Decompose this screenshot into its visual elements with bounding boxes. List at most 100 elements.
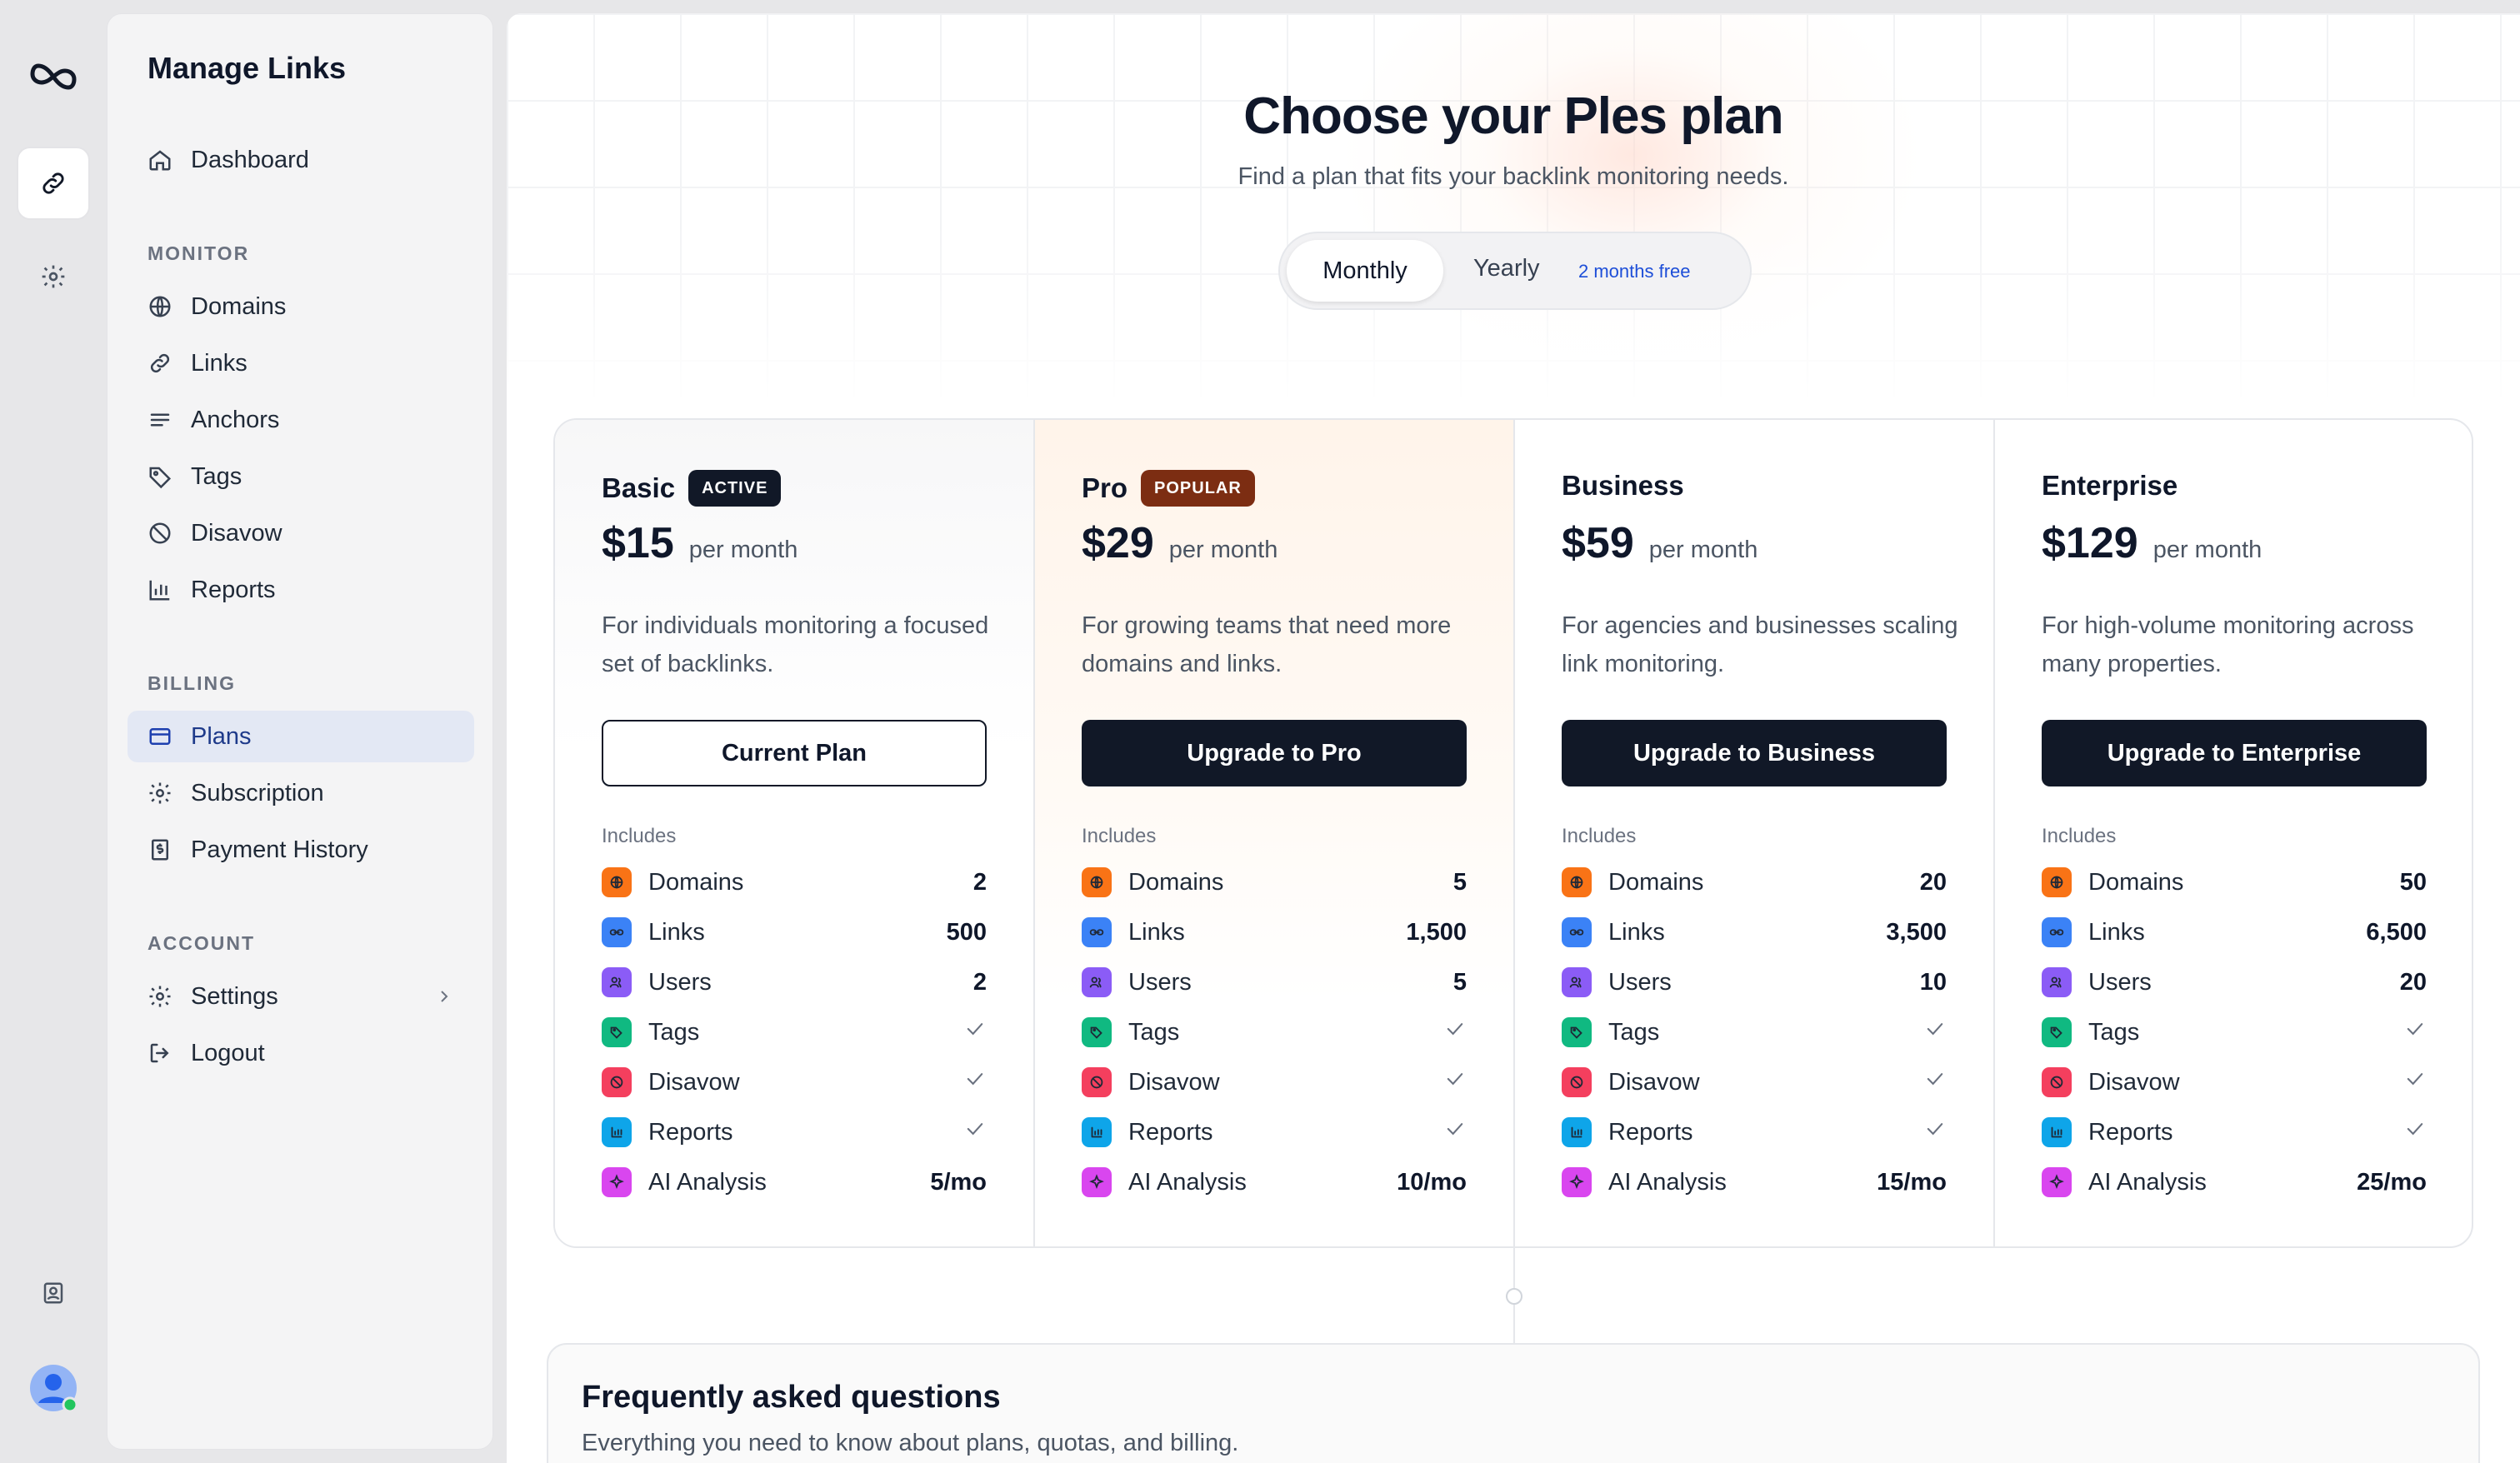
price-amount: $129: [2042, 519, 2138, 567]
contacts-icon[interactable]: [17, 1256, 90, 1330]
links-nav-icon[interactable]: [17, 147, 90, 220]
sidebar-item-logout[interactable]: Logout: [128, 1027, 474, 1079]
check-icon: ✓: [963, 1117, 987, 1147]
feature-label: AI Analysis: [2088, 1168, 2207, 1196]
upgrade-enterprise-button[interactable]: Upgrade to Enterprise: [2042, 720, 2427, 786]
feature-label: Tags: [1128, 1018, 1180, 1046]
feature-row-ai-analysis: AI Analysis 5/mo: [602, 1161, 987, 1203]
feature-label: Reports: [1128, 1118, 1213, 1146]
ai-analysis-feature-icon: [602, 1167, 632, 1197]
feature-value: 20: [1919, 868, 1947, 896]
sidebar-item-subscription[interactable]: Subscription: [128, 767, 474, 819]
check-icon: ✓: [1443, 1067, 1467, 1097]
logout-icon: [146, 1039, 174, 1067]
domains-feature-icon: [1562, 867, 1592, 897]
price-period: per month: [688, 537, 798, 563]
plan-description: For individuals monitoring a focused set…: [602, 612, 989, 677]
sidebar-item-anchors[interactable]: Anchors: [128, 394, 474, 446]
sidebar-item-label: Settings: [191, 982, 278, 1010]
link-icon: [146, 349, 174, 377]
includes-label: Includes: [1082, 825, 1157, 847]
reports-feature-icon: [1562, 1117, 1592, 1147]
upgrade-pro-button[interactable]: Upgrade to Pro: [1082, 720, 1467, 786]
monthly-toggle-button[interactable]: Monthly: [1287, 240, 1443, 302]
feature-label: Tags: [648, 1018, 700, 1046]
sidebar-item-disavow[interactable]: Disavow: [128, 507, 474, 559]
feature-row-links: Links 6,500: [2042, 911, 2427, 953]
check-icon: ✓: [963, 1017, 987, 1047]
sidebar-item-domains[interactable]: Domains: [128, 281, 474, 332]
sidebar-item-label: Tags: [191, 462, 242, 490]
yearly-toggle-button[interactable]: Yearly: [1473, 255, 1540, 282]
price-period: per month: [1648, 537, 1758, 563]
sidebar-item-tags[interactable]: Tags: [128, 451, 474, 502]
current-plan-button[interactable]: Current Plan: [602, 720, 987, 786]
sidebar-item-label: Dashboard: [191, 146, 309, 173]
feature-label: AI Analysis: [648, 1168, 767, 1196]
includes-label: Includes: [1562, 825, 1637, 847]
globe-icon: [146, 292, 174, 321]
feature-row-disavow: Disavow ✓: [1562, 1061, 1947, 1103]
feature-row-domains: Domains 2: [602, 861, 987, 903]
feature-label: Users: [1608, 968, 1672, 996]
faq-section: Frequently asked questions Everything yo…: [547, 1343, 2480, 1463]
disavow-feature-icon: [1562, 1067, 1592, 1097]
sidebar: Manage Links Dashboard MONITOR Domains L…: [107, 13, 493, 1450]
check-icon: ✓: [1443, 1117, 1467, 1147]
feature-value: 5: [1452, 868, 1467, 896]
plan-name-text: Enterprise: [2042, 470, 2178, 501]
plan-price: $59 per month: [1562, 518, 1758, 568]
ai-analysis-feature-icon: [1082, 1167, 1112, 1197]
receipt-icon: [146, 836, 174, 864]
plan-badge: POPULAR: [1141, 470, 1255, 507]
feature-value: 10: [1919, 968, 1947, 996]
feature-value: 3,500: [1886, 918, 1947, 946]
plan-name: Business: [1562, 470, 1684, 502]
page-subtitle: Find a plan that fits your backlink moni…: [1238, 163, 1789, 190]
sidebar-item-payment-history[interactable]: Payment History: [128, 824, 474, 876]
upgrade-business-button[interactable]: Upgrade to Business: [1562, 720, 1947, 786]
feature-label: Disavow: [1608, 1068, 1700, 1096]
plan-name: Enterprise: [2042, 470, 2178, 502]
sidebar-item-settings[interactable]: Settings: [128, 971, 474, 1022]
feature-label: Users: [2088, 968, 2152, 996]
feature-row-tags: Tags ✓: [602, 1011, 987, 1053]
feature-row-tags: Tags ✓: [1082, 1011, 1467, 1053]
feature-row-users: Users 10: [1562, 961, 1947, 1003]
app-logo-icon[interactable]: [17, 40, 90, 113]
feature-label: Disavow: [2088, 1068, 2180, 1096]
user-avatar[interactable]: [17, 1351, 90, 1425]
feature-row-ai-analysis: AI Analysis 25/mo: [2042, 1161, 2427, 1203]
links-feature-icon: [1562, 917, 1592, 947]
feature-value: 20: [2399, 968, 2427, 996]
sidebar-item-label: Plans: [191, 722, 252, 750]
plan-description: For growing teams that need more domains…: [1082, 612, 1452, 677]
feature-row-reports: Reports ✓: [1082, 1111, 1467, 1153]
feature-value: 2: [972, 868, 987, 896]
faq-subtitle: Everything you need to know about plans,…: [582, 1430, 1239, 1456]
price-amount: $59: [1562, 519, 1634, 567]
sidebar-item-links[interactable]: Links: [128, 337, 474, 389]
price-amount: $29: [1082, 519, 1154, 567]
plan-name: Basic ACTIVE: [602, 470, 782, 507]
sidebar-item-dashboard[interactable]: Dashboard: [128, 134, 474, 186]
feature-row-domains: Domains 5: [1082, 861, 1467, 903]
domains-feature-icon: [1082, 867, 1112, 897]
check-icon: ✓: [2403, 1117, 2427, 1147]
disavow-feature-icon: [2042, 1067, 2072, 1097]
tags-feature-icon: [602, 1017, 632, 1047]
users-feature-icon: [602, 967, 632, 997]
feature-row-ai-analysis: AI Analysis 10/mo: [1082, 1161, 1467, 1203]
feature-label: AI Analysis: [1128, 1168, 1247, 1196]
sidebar-item-reports[interactable]: Reports: [128, 564, 474, 616]
settings-nav-icon[interactable]: [17, 240, 90, 313]
sidebar-item-plans[interactable]: Plans: [128, 711, 474, 762]
feature-label: Domains: [1128, 868, 1224, 896]
gear-icon: [146, 779, 174, 807]
plan-card-enterprise: Enterprise $129 per month For high-volume m…: [1995, 420, 2472, 1246]
feature-label: Disavow: [1128, 1068, 1220, 1096]
domains-feature-icon: [2042, 867, 2072, 897]
feature-label: Links: [1128, 918, 1185, 946]
plan-description: For high-volume monitoring across many p…: [2042, 612, 2414, 677]
faq-title: Frequently asked questions: [582, 1380, 1001, 1415]
